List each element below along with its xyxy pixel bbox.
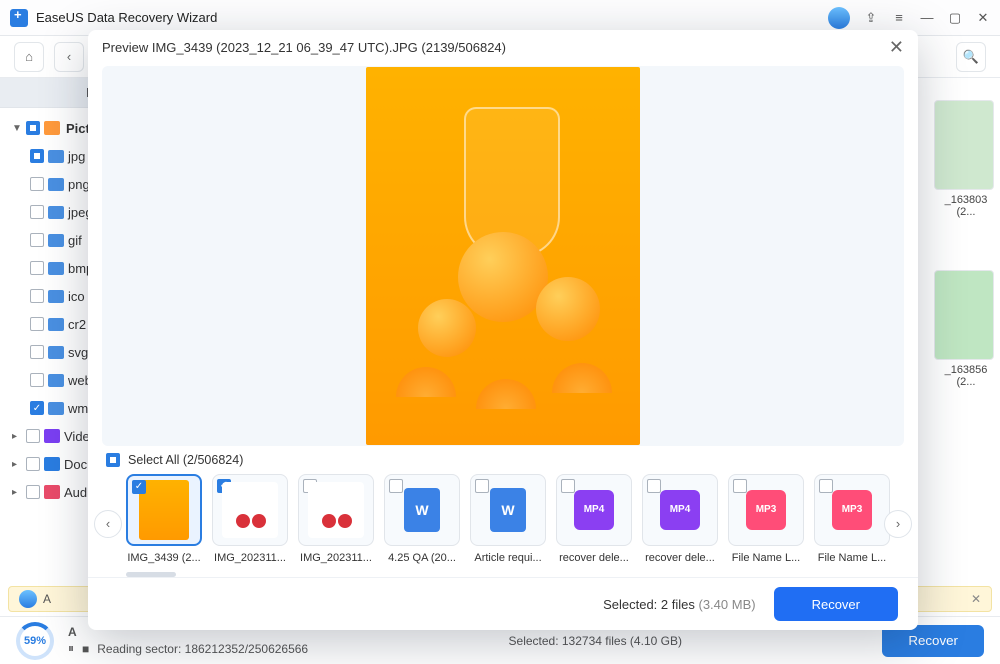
- thumb-checkbox[interactable]: [647, 479, 661, 493]
- image-thumb-icon: [139, 480, 189, 540]
- mp3-file-icon: MP3: [746, 490, 786, 530]
- thumbnail-item[interactable]: MP4 recover dele...: [642, 474, 718, 564]
- preview-modal: Preview IMG_3439 (2023_12_21 06_39_47 UT…: [88, 30, 918, 630]
- preview-image: [366, 67, 640, 445]
- thumb-label: recover dele...: [556, 552, 632, 564]
- thumb-label: IMG_202311...: [298, 552, 374, 564]
- thumb-checkbox[interactable]: [733, 479, 747, 493]
- mp4-file-icon: MP4: [574, 490, 614, 530]
- image-thumb-icon: [222, 482, 278, 538]
- select-all-label: Select All (2/506824): [128, 453, 243, 467]
- thumbnail-item[interactable]: MP3 File Name L...: [728, 474, 804, 564]
- thumbnail-item[interactable]: MP4 recover dele...: [556, 474, 632, 564]
- thumb-checkbox[interactable]: [475, 479, 489, 493]
- thumb-label: recover dele...: [642, 552, 718, 564]
- thumb-label: IMG_3439 (2...: [126, 552, 202, 564]
- word-file-icon: W: [490, 488, 526, 532]
- thumbnail-item[interactable]: W 4.25 QA (20...: [384, 474, 460, 564]
- thumbnail-item[interactable]: W Article requi...: [470, 474, 546, 564]
- select-all-checkbox[interactable]: [106, 453, 120, 467]
- modal-recover-button[interactable]: Recover: [774, 587, 898, 621]
- word-file-icon: W: [404, 488, 440, 532]
- preview-pane: [102, 66, 904, 446]
- thumb-label: File Name L...: [728, 552, 804, 564]
- thumb-checkbox[interactable]: [389, 479, 403, 493]
- thumb-label: Article requi...: [470, 552, 546, 564]
- thumb-checkbox[interactable]: [819, 479, 833, 493]
- thumb-label: File Name L...: [814, 552, 890, 564]
- close-icon[interactable]: ✕: [889, 37, 904, 58]
- thumbnail-strip: IMG_3439 (2... IMG_202311... IMG_202311...…: [126, 474, 880, 564]
- mp4-file-icon: MP4: [660, 490, 700, 530]
- thumbnail-item[interactable]: IMG_202311...: [212, 474, 288, 564]
- thumb-label: 4.25 QA (20...: [384, 552, 460, 564]
- modal-title: Preview IMG_3439 (2023_12_21 06_39_47 UT…: [102, 40, 506, 55]
- modal-selected-label: Selected: 2 files (3.40 MB): [603, 597, 755, 612]
- strip-prev-button[interactable]: ‹: [94, 510, 122, 538]
- thumbnail-item[interactable]: MP3 File Name L...: [814, 474, 890, 564]
- selected-size: (3.40 MB): [699, 597, 756, 612]
- strip-next-button[interactable]: ›: [884, 510, 912, 538]
- thumb-checkbox[interactable]: [561, 479, 575, 493]
- mp3-file-icon: MP3: [832, 490, 872, 530]
- thumb-label: IMG_202311...: [212, 552, 288, 564]
- selected-count: Selected: 2 files: [603, 597, 695, 612]
- thumbnail-item[interactable]: IMG_202311...: [298, 474, 374, 564]
- image-thumb-icon: [308, 482, 364, 538]
- thumbnail-item[interactable]: IMG_3439 (2...: [126, 474, 202, 564]
- thumb-checkbox[interactable]: [132, 480, 146, 494]
